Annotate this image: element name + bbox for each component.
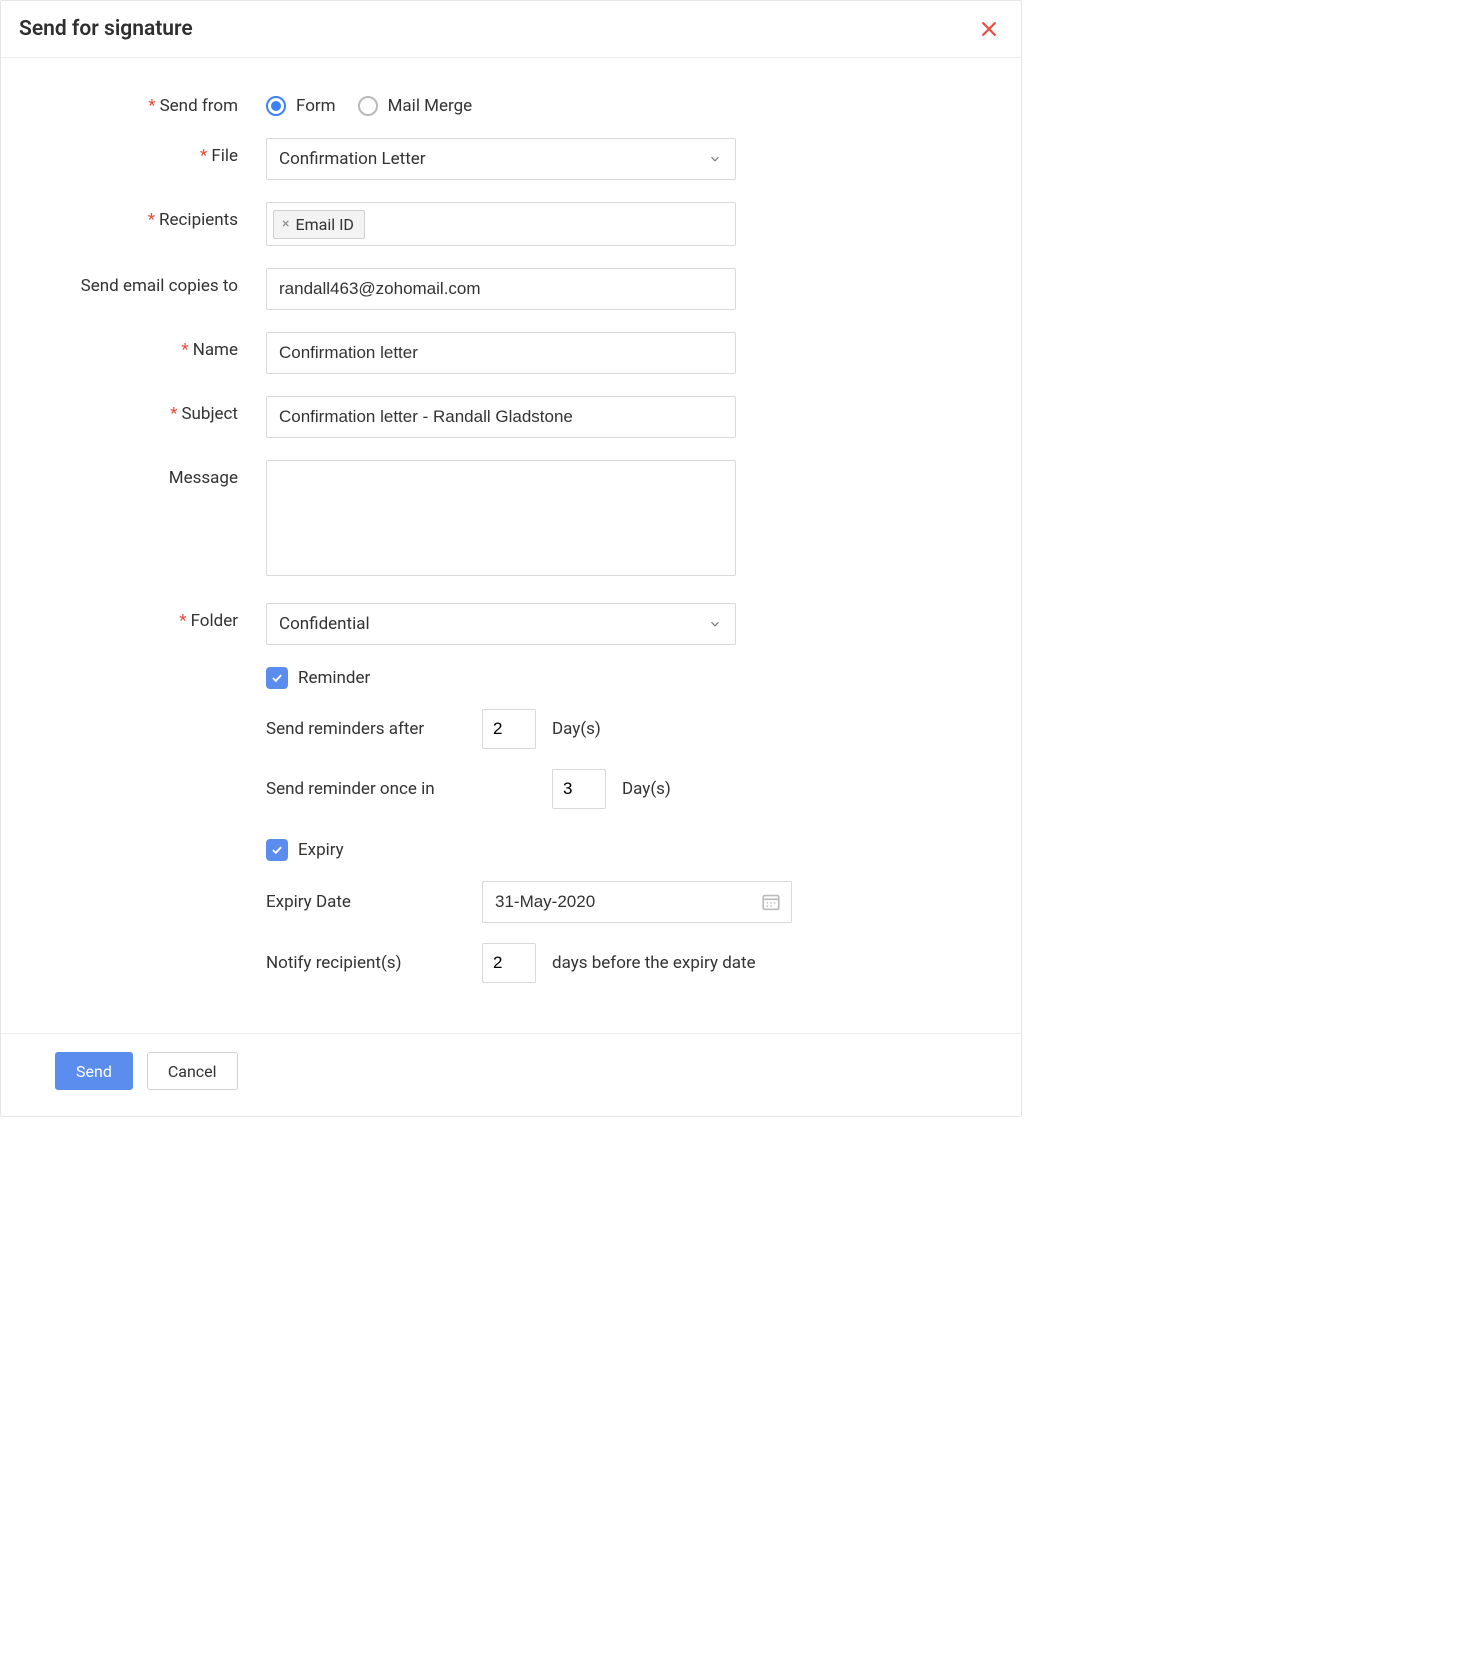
chevron-down-icon [707, 151, 723, 167]
label-name: *Name [21, 332, 266, 360]
radio-mail-merge[interactable]: Mail Merge [358, 96, 473, 116]
label-reminders-after: Send reminders after [266, 719, 466, 739]
label-send-from: *Send from [21, 88, 266, 116]
expiry-date-input[interactable] [482, 881, 792, 923]
close-icon[interactable] [975, 15, 1003, 43]
calendar-icon[interactable] [760, 891, 782, 913]
chip-remove-icon[interactable]: × [282, 216, 289, 232]
recipient-chip: × Email ID [273, 210, 365, 239]
name-input[interactable] [266, 332, 736, 374]
expiry-checkbox[interactable]: Expiry [266, 839, 806, 861]
label-file: *File [21, 138, 266, 166]
label-recipients: *Recipients [21, 202, 266, 230]
message-textarea[interactable] [266, 460, 736, 576]
label-subject: *Subject [21, 396, 266, 424]
email-copies-input[interactable] [266, 268, 736, 310]
reminders-after-input[interactable] [482, 709, 536, 749]
label-notify-recipients: Notify recipient(s) [266, 953, 466, 973]
file-select[interactable]: Confirmation Letter [266, 138, 736, 180]
expiry-label: Expiry [298, 840, 344, 860]
radio-form[interactable]: Form [266, 96, 336, 116]
check-icon [266, 839, 288, 861]
check-icon [266, 667, 288, 689]
send-button[interactable]: Send [55, 1052, 133, 1090]
radio-dot-icon [358, 96, 378, 116]
file-select-value: Confirmation Letter [279, 149, 426, 169]
notify-days-input[interactable] [482, 943, 536, 983]
folder-select-value: Confidential [279, 614, 370, 634]
label-email-copies: Send email copies to [21, 268, 266, 296]
recipients-input[interactable]: × Email ID [266, 202, 736, 246]
chevron-down-icon [707, 616, 723, 632]
days-unit: Day(s) [552, 719, 601, 739]
reminder-once-in-input[interactable] [552, 769, 606, 809]
radio-dot-icon [266, 96, 286, 116]
dialog-footer: Send Cancel [1, 1033, 1021, 1116]
label-message: Message [21, 460, 266, 488]
reminder-checkbox[interactable]: Reminder [266, 667, 736, 689]
dialog-body: *Send from Form Mail Merge *File [1, 58, 1021, 1033]
label-expiry-date: Expiry Date [266, 892, 466, 912]
days-before-text: days before the expiry date [552, 953, 756, 973]
subject-input[interactable] [266, 396, 736, 438]
dialog-header: Send for signature [1, 1, 1021, 58]
days-unit: Day(s) [622, 779, 671, 799]
send-from-radio-group: Form Mail Merge [266, 88, 736, 116]
send-for-signature-dialog: Send for signature *Send from Form Mail … [0, 0, 1022, 1117]
label-folder: *Folder [21, 603, 266, 631]
recipient-chip-label: Email ID [295, 215, 353, 234]
folder-select[interactable]: Confidential [266, 603, 736, 645]
dialog-title: Send for signature [19, 17, 193, 41]
cancel-button[interactable]: Cancel [147, 1052, 238, 1090]
reminder-label: Reminder [298, 668, 370, 688]
label-reminder-once-in: Send reminder once in [266, 779, 466, 799]
